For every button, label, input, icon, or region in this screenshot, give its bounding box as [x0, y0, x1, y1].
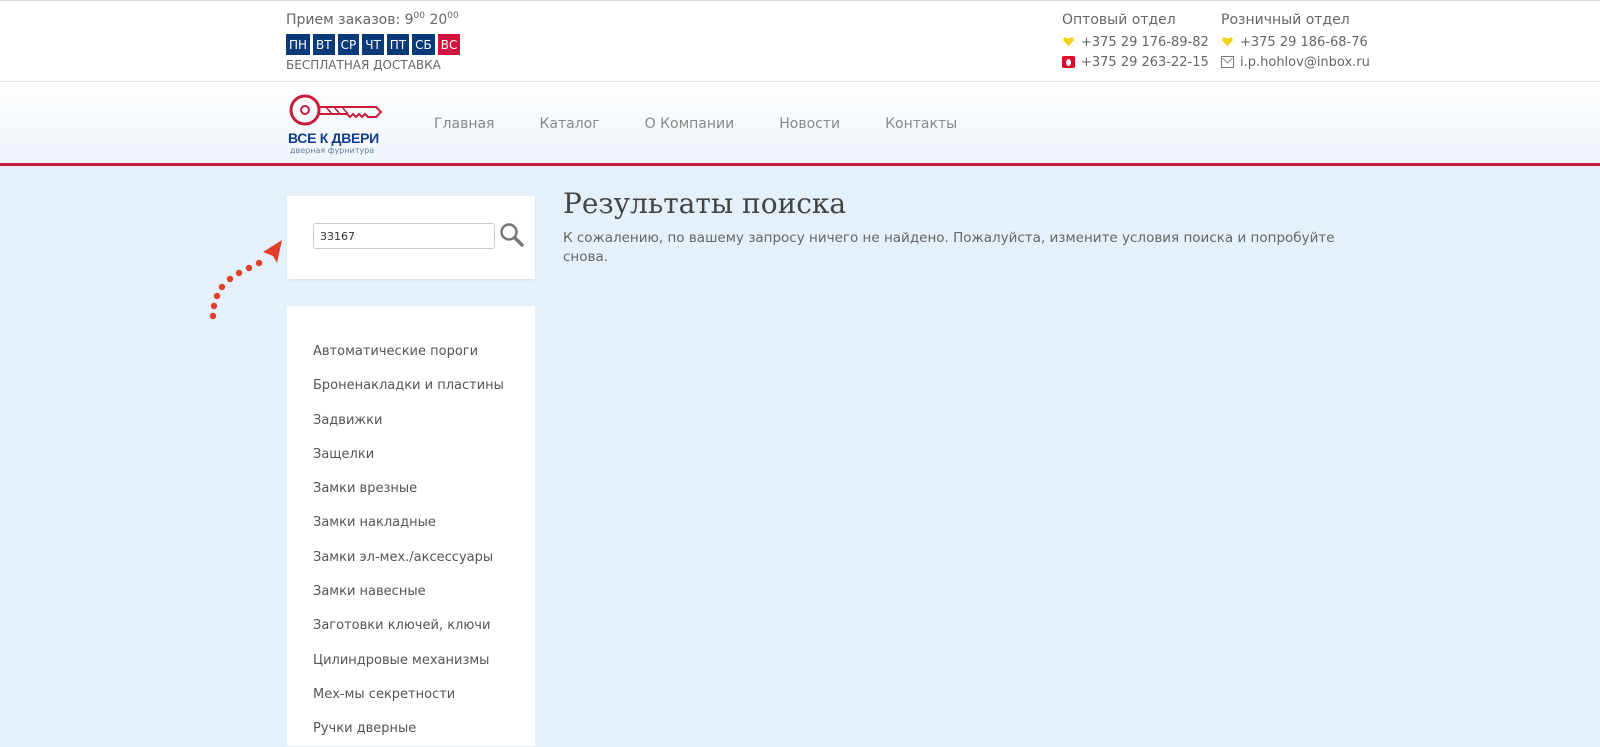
nav-home[interactable]: Главная — [434, 116, 494, 132]
page-title: Результаты поиска — [563, 187, 847, 220]
day-sun: ВС — [437, 34, 461, 55]
retail-phone-text: +375 29 186-68-76 — [1240, 34, 1368, 50]
retail-title: Розничный отдел — [1221, 12, 1350, 28]
day-wed: СР — [337, 34, 360, 55]
day-thu: ЧТ — [362, 34, 384, 55]
category-item[interactable]: Мех-мы секретности — [313, 678, 504, 712]
nav-contacts[interactable]: Контакты — [885, 116, 957, 132]
search-panel — [287, 196, 535, 279]
day-tue: ВТ — [313, 34, 335, 55]
day-mon: ПН — [286, 34, 311, 55]
category-item[interactable]: Броненакладки и пластины — [313, 369, 504, 403]
no-results-message: К сожалению, по вашему запросу ничего не… — [563, 230, 1335, 265]
category-item[interactable]: Замки эл-мех./аксессуары — [313, 541, 504, 575]
nav-news[interactable]: Новости — [779, 116, 840, 132]
category-item[interactable]: Замки врезные — [313, 472, 504, 506]
category-panel: Автоматические пороги Броненакладки и пл… — [287, 306, 535, 746]
search-input[interactable] — [313, 223, 495, 249]
wholesale-phone-1[interactable]: +375 29 176-89-82 — [1062, 32, 1209, 52]
hours-sup-start: 00 — [413, 11, 425, 21]
search-icon[interactable] — [499, 222, 525, 248]
category-item[interactable]: Замки накладные — [313, 506, 504, 540]
hours-end: 20 — [429, 12, 448, 28]
category-item[interactable]: Задвижки — [313, 404, 504, 438]
wholesale-dept: Оптовый отдел +375 29 176-89-82 +375 29 … — [1062, 12, 1209, 72]
mts-icon — [1062, 56, 1075, 68]
nav-band: ВСЕ К ДВЕРИ дверная фурнитура Главная Ка… — [0, 82, 1600, 166]
dotted-arrow-icon — [209, 240, 282, 320]
wholesale-title: Оптовый отдел — [1062, 12, 1176, 28]
category-item[interactable]: Замки навесные — [313, 575, 504, 609]
category-item[interactable]: Заготовки ключей, ключи — [313, 609, 504, 643]
wholesale-phone-2-text: +375 29 263-22-15 — [1081, 54, 1209, 70]
wholesale-phone-1-text: +375 29 176-89-82 — [1081, 34, 1209, 50]
mail-icon — [1221, 56, 1234, 68]
category-item[interactable]: Ручки дверные — [313, 712, 504, 746]
category-list: Автоматические пороги Броненакладки и пл… — [313, 335, 504, 747]
velcom-icon — [1221, 36, 1234, 48]
main-nav: Главная Каталог О Компании Новости Конта… — [434, 116, 957, 132]
order-hours: Прием заказов: 900 2000 — [286, 11, 459, 28]
category-item[interactable]: Автоматические пороги — [313, 335, 504, 369]
wholesale-phone-2[interactable]: +375 29 263-22-15 — [1062, 52, 1209, 72]
category-item[interactable]: Цилиндровые механизмы — [313, 644, 504, 678]
weekdays: ПН ВТ СР ЧТ ПТ СБ ВС — [286, 34, 461, 55]
hours-label: Прием заказов: 9 — [286, 12, 414, 28]
day-fri: ПТ — [386, 34, 410, 55]
retail-email[interactable]: i.p.hohlov@inbox.ru — [1221, 52, 1370, 72]
logo-tagline: дверная фурнитура — [290, 146, 375, 155]
hours-sup-end: 00 — [447, 11, 459, 21]
category-item[interactable]: Защелки — [313, 438, 504, 472]
retail-dept: Розничный отдел +375 29 186-68-76 i.p.ho… — [1221, 12, 1370, 72]
top-bar: Прием заказов: 900 2000 ПН ВТ СР ЧТ ПТ С… — [0, 0, 1600, 82]
retail-email-text: i.p.hohlov@inbox.ru — [1240, 54, 1370, 70]
free-delivery: БЕСПЛАТНАЯ ДОСТАВКА — [286, 58, 441, 72]
logo-name[interactable]: ВСЕ К ДВЕРИ — [288, 130, 379, 146]
nav-catalog[interactable]: Каталог — [539, 116, 599, 132]
retail-phone[interactable]: +375 29 186-68-76 — [1221, 32, 1370, 52]
day-sat: СБ — [412, 34, 435, 55]
velcom-icon — [1062, 36, 1075, 48]
nav-about[interactable]: О Компании — [645, 116, 735, 132]
